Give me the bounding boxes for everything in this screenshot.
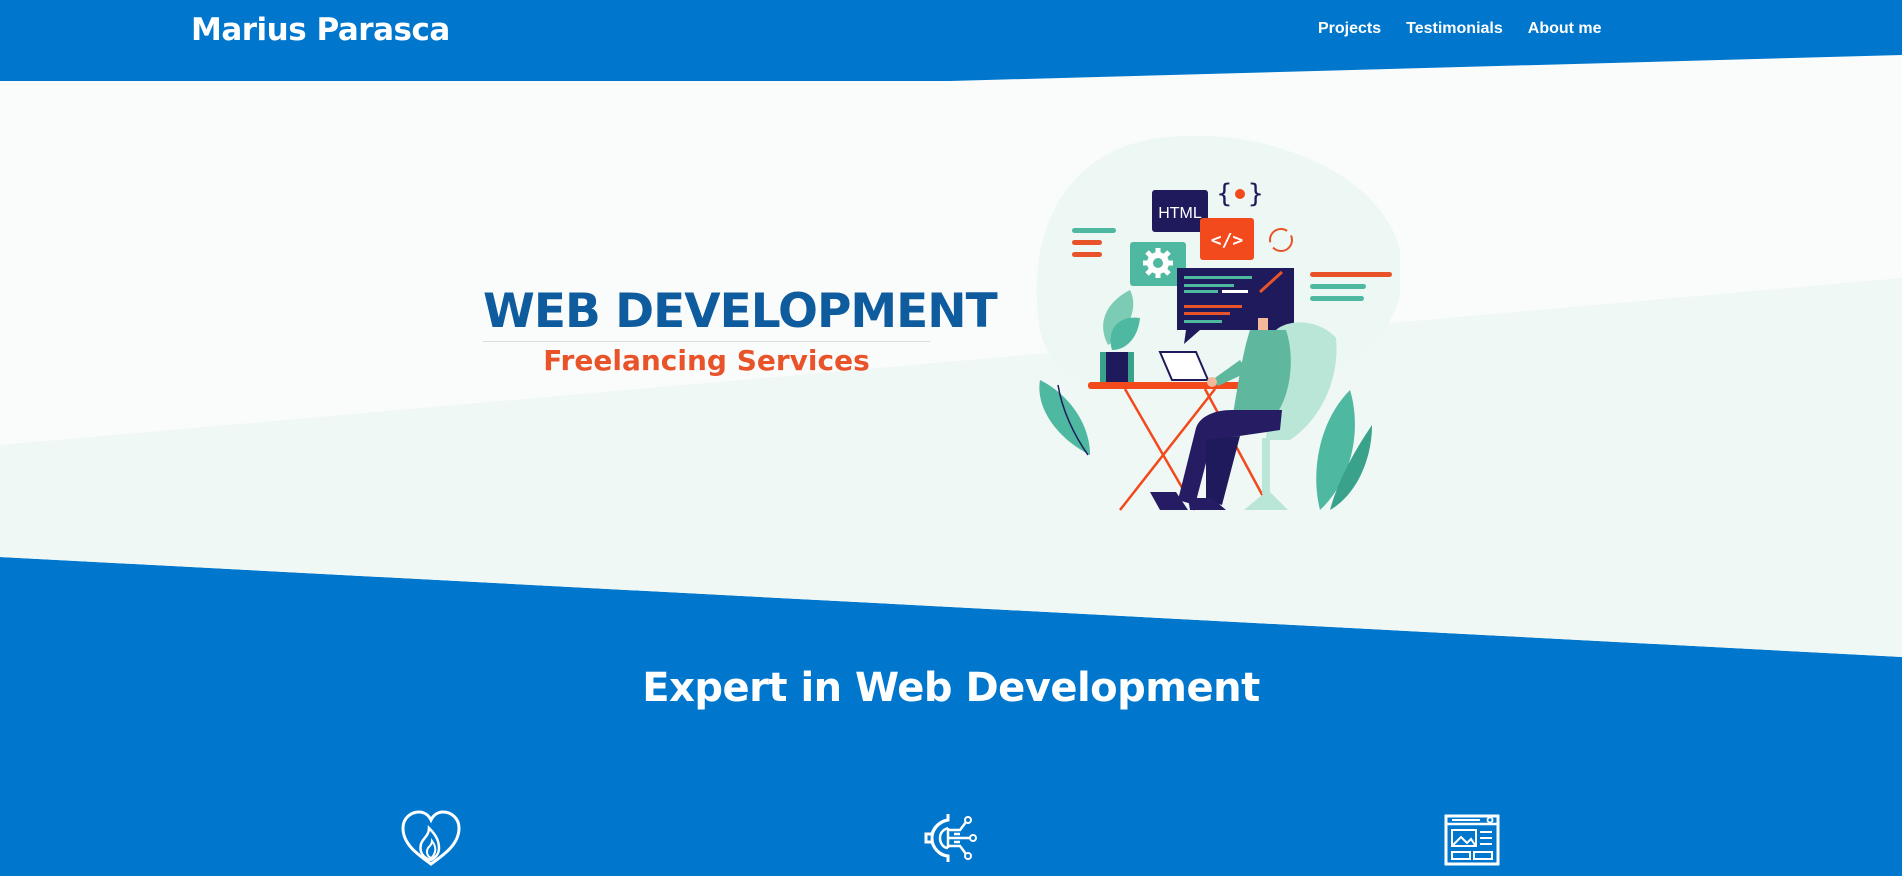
html-tag-text: HTML <box>1158 205 1202 222</box>
hero-subtitle: Freelancing Services <box>543 344 870 377</box>
main-nav: Projects Testimonials About me <box>1318 20 1602 38</box>
web-layout-icon <box>1444 814 1500 866</box>
background-shapes <box>0 55 1902 657</box>
nav-link-projects[interactable]: Projects <box>1318 20 1381 38</box>
hero-text: WEB DEVELOPMENT Freelancing Services <box>483 286 998 377</box>
nav-link-testimonials[interactable]: Testimonials <box>1406 20 1503 38</box>
code-tag-text: </> <box>1211 230 1244 251</box>
developer-illustration: HTML </> { } <box>1036 135 1400 511</box>
heart-flame-icon <box>401 810 461 866</box>
hero-title: WEB DEVELOPMENT <box>483 286 998 342</box>
nav-link-about-me[interactable]: About me <box>1528 20 1602 38</box>
section-title: Expert in Web Development <box>642 665 1260 711</box>
gear-circuit-icon <box>924 814 977 862</box>
brand-logo[interactable]: Marius Parasca <box>191 12 450 48</box>
